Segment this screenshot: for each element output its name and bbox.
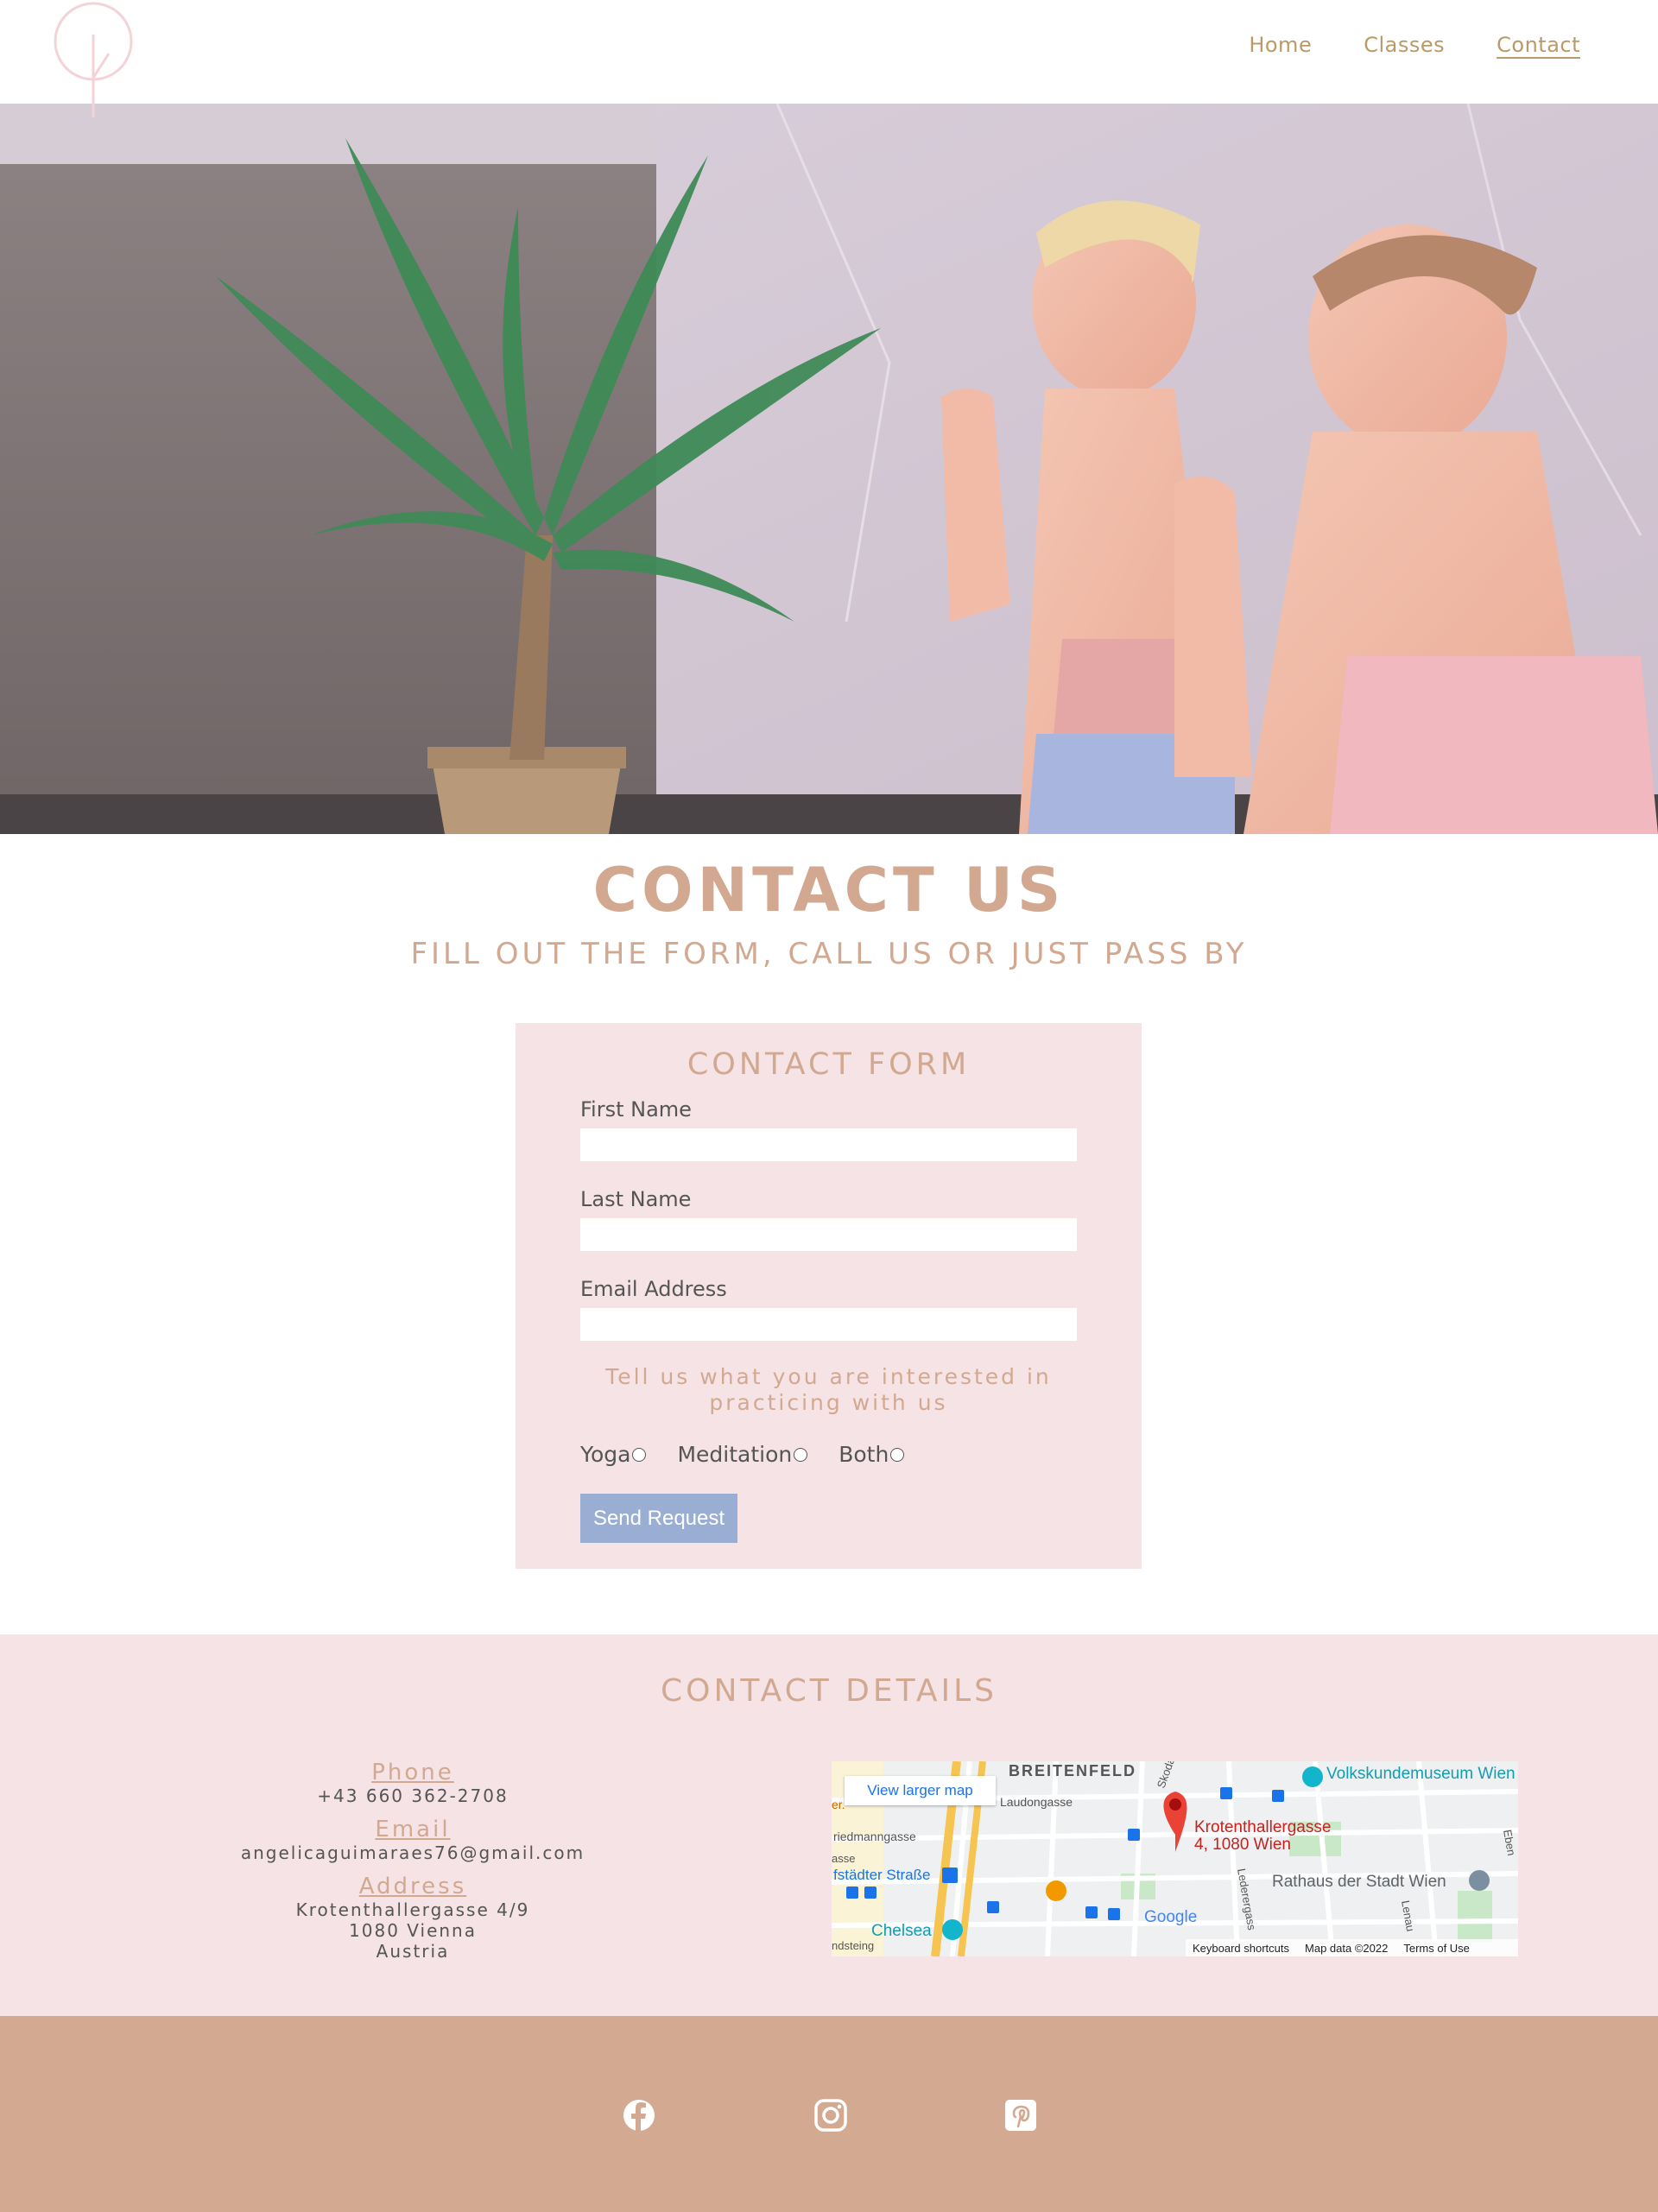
meditation-radio[interactable] [794, 1447, 808, 1462]
email-heading: Email [375, 1817, 451, 1842]
option-yoga-label: Yoga [580, 1442, 631, 1467]
map-pin-label-2: 4, 1080 Wien [1194, 1836, 1291, 1854]
map-district-label: BREITENFELD [1009, 1762, 1136, 1779]
main-nav: Home Classes Contact [1249, 33, 1580, 57]
nav-contact-link[interactable]: Contact [1497, 33, 1580, 57]
facebook-icon[interactable] [622, 2098, 656, 2133]
contact-form: CONTACT FORM First Name Last Name Email … [516, 1023, 1142, 1569]
yoga-radio[interactable] [632, 1447, 647, 1462]
site-header: Home Classes Contact [0, 0, 1658, 117]
form-title: CONTACT FORM [687, 1047, 971, 1082]
details-title: CONTACT DETAILS [661, 1673, 997, 1709]
map-street-josefstaedter: fstädter Straße [833, 1867, 930, 1883]
option-meditation[interactable]: Meditation [677, 1442, 808, 1467]
interest-prompt: Tell us what you are interested in pract… [605, 1364, 1052, 1415]
option-yoga[interactable]: Yoga [580, 1442, 647, 1467]
tree-logo-icon[interactable] [52, 0, 138, 121]
send-request-button[interactable]: Send Request [580, 1494, 737, 1543]
option-both-label: Both [838, 1442, 889, 1467]
map-street-ndstein: ndsteing [832, 1939, 874, 1952]
map-rathaus-label: Rathaus der Stadt Wien [1272, 1873, 1446, 1891]
map-pin-label-1: Krotenthallergasse [1194, 1818, 1331, 1836]
email-address[interactable]: angelicaguimaraes76@gmail.com [197, 1842, 629, 1863]
google-logo: Google [1144, 1908, 1197, 1926]
phone-number[interactable]: +43 660 362-2708 [197, 1785, 629, 1806]
nav-home-link[interactable]: Home [1249, 33, 1312, 57]
map-street-friedmann: riedmanngasse [833, 1830, 916, 1843]
option-both[interactable]: Both [838, 1442, 905, 1467]
first-name-input[interactable] [580, 1128, 1077, 1161]
address-line-2: 1080 Vienna [349, 1920, 477, 1941]
map-street-laudon: Laudongasse [1000, 1795, 1073, 1809]
address-line-1: Krotenthallergasse 4/9 [295, 1899, 530, 1920]
map-museum-label: Volkskundemuseum Wien [1326, 1765, 1516, 1783]
keyboard-shortcuts-link[interactable]: Keyboard shortcuts [1193, 1942, 1289, 1955]
map-street-er: er. [832, 1798, 845, 1811]
first-name-label: First Name [580, 1097, 692, 1122]
map-street-asse: asse [832, 1852, 855, 1865]
interest-options: Yoga Meditation Both [580, 1442, 935, 1467]
option-meditation-label: Meditation [677, 1442, 793, 1467]
email-label: Email Address [580, 1277, 727, 1301]
both-radio[interactable] [890, 1447, 905, 1462]
map-data-text: Map data ©2022 [1305, 1941, 1389, 1955]
site-footer [0, 2016, 1658, 2212]
map-chelsea-label: Chelsea [871, 1922, 932, 1940]
last-name-label: Last Name [580, 1187, 692, 1211]
instagram-icon[interactable] [813, 2098, 848, 2133]
email-input[interactable] [580, 1308, 1077, 1341]
hero-image [0, 104, 1658, 834]
yoga-hero-photo [0, 104, 1658, 834]
view-larger-map-button[interactable]: View larger map [845, 1776, 996, 1805]
nav-classes-link[interactable]: Classes [1364, 33, 1445, 57]
address-line-3: Austria [376, 1941, 450, 1962]
embedded-map[interactable]: BREITENFELD Volkskundemuseum Wien Kroten… [832, 1761, 1518, 1956]
map-footer: Keyboard shortcuts Map data ©2022 Terms … [1186, 1939, 1518, 1956]
address-heading: Address [358, 1874, 467, 1899]
contact-info: Phone +43 660 362-2708 Email angelicagui… [197, 1760, 629, 1962]
page-title: CONTACT US [592, 855, 1066, 926]
phone-heading: Phone [371, 1760, 454, 1785]
pinterest-icon[interactable] [1003, 2098, 1038, 2133]
page-subtitle: FILL OUT THE FORM, CALL US OR JUST PASS … [410, 937, 1248, 971]
terms-of-use-link[interactable]: Terms of Use [1403, 1942, 1470, 1955]
last-name-input[interactable] [580, 1218, 1077, 1251]
